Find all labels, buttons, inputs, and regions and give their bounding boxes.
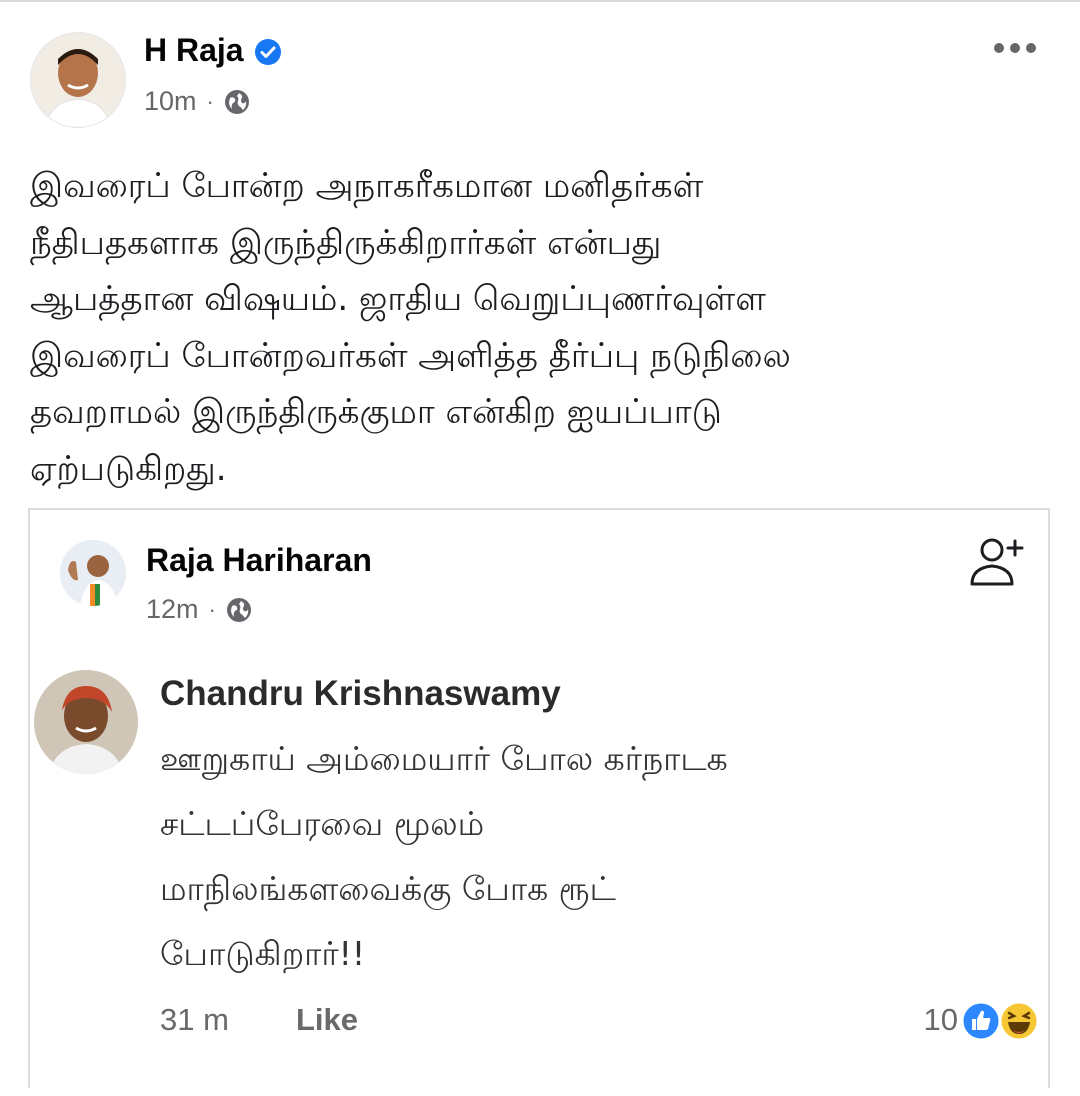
shared-author-name[interactable]: Raja Hariharan xyxy=(146,542,372,579)
post-meta: 10m · xyxy=(144,86,250,117)
shared-post-card[interactable]: Raja Hariharan 12m · Chandru Krishnaswam… xyxy=(28,508,1050,1088)
haha-reaction-icon xyxy=(998,1000,1040,1042)
comment-like-button: Like xyxy=(296,1002,359,1037)
embedded-comment-screenshot: Chandru Krishnaswamy ஊறுகாய் அம்மையார் ப… xyxy=(30,660,1048,1088)
more-dot xyxy=(1010,43,1020,53)
author-name[interactable]: H Raja xyxy=(144,32,244,69)
globe-icon xyxy=(226,597,252,623)
meta-separator: · xyxy=(206,88,214,114)
top-divider xyxy=(0,0,1080,2)
reaction-count: 10 xyxy=(923,1002,958,1037)
shared-timestamp[interactable]: 12m xyxy=(146,594,199,625)
comment-body-text: ஊறுகாய் அம்மையார் போல கர்நாடக சட்டப்பேரவ… xyxy=(160,739,728,973)
shared-author-avatar[interactable] xyxy=(60,540,126,606)
commenter-avatar xyxy=(34,670,138,774)
post-timestamp[interactable]: 10m xyxy=(144,86,197,117)
commenter-name: Chandru Krishnaswamy xyxy=(160,674,561,713)
author-name-row: H Raja xyxy=(144,32,282,69)
more-dot xyxy=(1026,43,1036,53)
like-reaction-icon xyxy=(960,1000,1002,1042)
add-friend-icon[interactable] xyxy=(966,532,1026,592)
more-options-icon[interactable] xyxy=(994,38,1036,58)
comment-timestamp: 31 m xyxy=(160,1002,229,1037)
more-dot xyxy=(994,43,1004,53)
shared-post-meta: 12m · xyxy=(146,594,252,625)
author-avatar[interactable] xyxy=(30,32,126,128)
post-body-text: இவரைப் போன்ற அநாகரீகமான மனிதர்கள் நீதிபத… xyxy=(30,166,791,489)
meta-separator: · xyxy=(208,596,216,622)
globe-icon xyxy=(224,89,250,115)
verified-badge-icon xyxy=(254,37,282,65)
